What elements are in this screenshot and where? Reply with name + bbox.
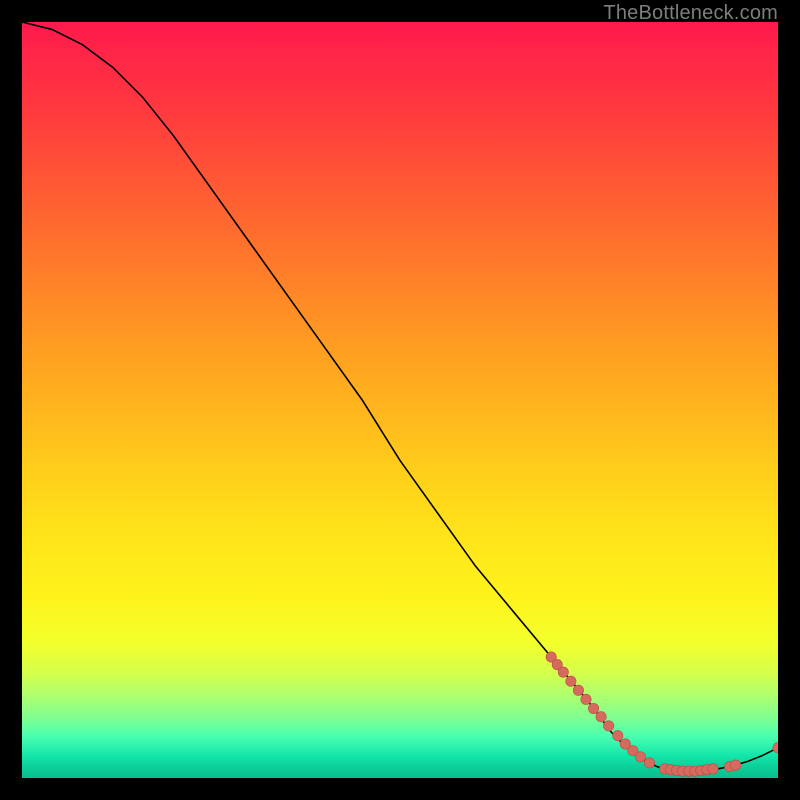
- watermark-text: TheBottleneck.com: [603, 2, 778, 25]
- chart-frame: TheBottleneck.com: [0, 0, 800, 800]
- plot-background-gradient: [22, 22, 778, 778]
